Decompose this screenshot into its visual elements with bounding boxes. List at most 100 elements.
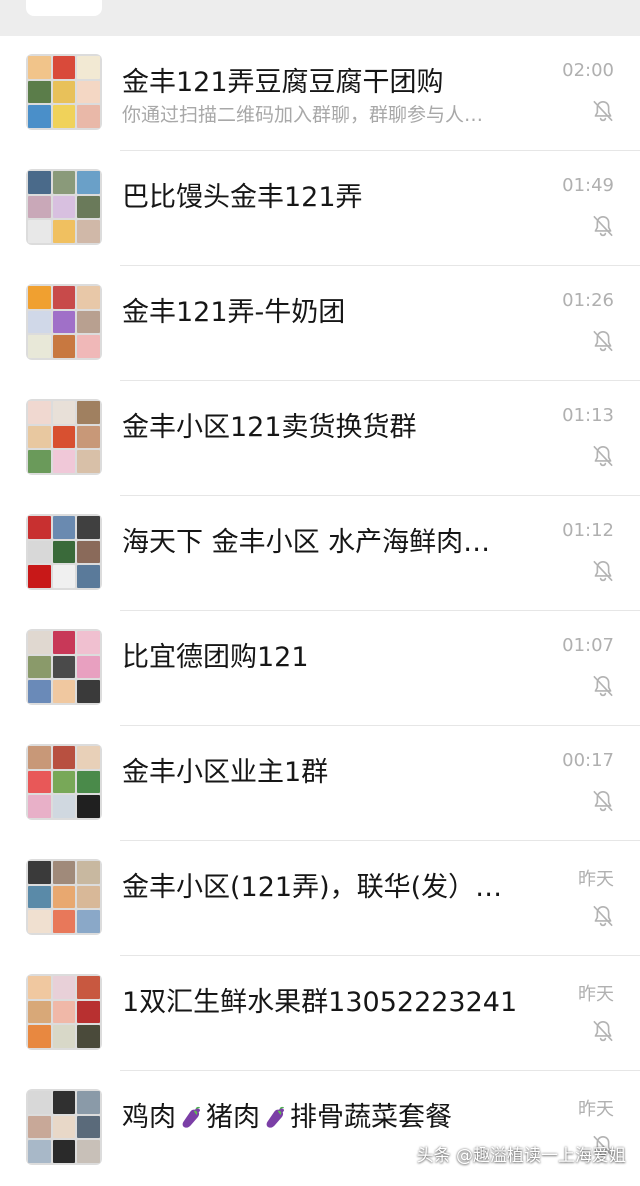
avatar-tile	[52, 401, 76, 424]
avatar-tile	[52, 1025, 76, 1048]
avatar-tile	[52, 450, 76, 473]
avatar-tile	[77, 335, 100, 358]
chat-title: 金丰小区(121弄)，联华(发）…	[122, 872, 503, 903]
group-grid-avatar[interactable]	[26, 399, 102, 475]
bell-slash-icon	[593, 790, 613, 812]
chat-time: 01:07	[562, 635, 614, 656]
group-grid-avatar[interactable]	[26, 514, 102, 590]
title-part-chicken: 鸡肉	[122, 1102, 176, 1133]
avatar-tile	[77, 631, 100, 654]
chat-title: 海天下 金丰小区 水产海鲜肉…	[122, 527, 491, 558]
chat-title: 巴比馒头金丰121弄	[122, 182, 363, 213]
avatar-tile	[28, 540, 51, 564]
chat-time: 昨天	[578, 984, 614, 1005]
bell-slash-icon	[593, 100, 613, 122]
chat-title: 比宜德团购121	[122, 642, 309, 673]
avatar-tile	[52, 105, 76, 128]
avatar-tile	[28, 976, 51, 999]
chat-row[interactable]: 1双汇生鲜水果群13052223241 昨天	[0, 956, 640, 1071]
avatar-tile	[52, 746, 76, 769]
avatar-tile	[77, 450, 100, 473]
avatar-tile	[28, 195, 51, 219]
group-grid-avatar[interactable]	[26, 744, 102, 820]
avatar-tile	[52, 655, 76, 679]
chat-row[interactable]: 比宜德团购121 01:07	[0, 611, 640, 726]
avatar-tile	[52, 631, 76, 654]
avatar-tile	[28, 335, 51, 358]
title-part-pork: 猪肉	[206, 1102, 260, 1133]
avatar-tile	[28, 105, 51, 128]
avatar-tile	[77, 195, 100, 219]
group-grid-avatar[interactable]	[26, 859, 102, 935]
group-grid-avatar[interactable]	[26, 974, 102, 1050]
avatar-tile	[28, 286, 51, 309]
avatar-tile	[28, 680, 51, 703]
avatar-tile	[77, 56, 100, 79]
bell-slash-icon	[593, 675, 613, 697]
chat-title: 金丰小区121卖货换货群	[122, 412, 417, 443]
group-grid-avatar[interactable]	[26, 1089, 102, 1165]
chat-list: 金丰121弄豆腐豆腐干团购 你通过扫描二维码加入群聊，群聊参与人… 02:00 …	[0, 36, 640, 1186]
avatar-tile	[52, 56, 76, 79]
avatar-tile	[77, 171, 100, 194]
avatar-tile	[52, 1091, 76, 1114]
avatar-tile	[77, 220, 100, 243]
avatar-tile	[52, 220, 76, 243]
chat-time: 01:49	[562, 175, 614, 196]
avatar-tile	[77, 655, 100, 679]
chat-row[interactable]: 金丰小区121卖货换货群 01:13	[0, 381, 640, 496]
avatar-tile	[28, 885, 51, 909]
avatar-tile	[77, 885, 100, 909]
avatar-tile	[77, 1115, 100, 1139]
avatar-tile	[52, 516, 76, 539]
avatar-tile	[52, 861, 76, 884]
chat-row[interactable]: 巴比馒头金丰121弄 01:49	[0, 151, 640, 266]
chat-time: 01:12	[562, 520, 614, 541]
avatar-tile	[28, 80, 51, 104]
avatar-tile	[28, 425, 51, 449]
group-grid-avatar[interactable]	[26, 629, 102, 705]
search-box[interactable]	[26, 0, 102, 16]
group-grid-avatar[interactable]	[26, 284, 102, 360]
bell-slash-icon	[593, 560, 613, 582]
chat-row[interactable]: 鸡肉 猪肉 排骨蔬菜套餐 昨天	[0, 1071, 640, 1186]
chat-title: 金丰121弄-牛奶团	[122, 297, 346, 328]
chat-time: 昨天	[578, 1099, 614, 1120]
avatar-tile	[77, 286, 100, 309]
avatar-tile	[77, 565, 100, 588]
chat-row[interactable]: 海天下 金丰小区 水产海鲜肉… 01:12	[0, 496, 640, 611]
chat-title: 金丰小区业主1群	[122, 757, 329, 788]
chat-time: 00:17	[562, 750, 614, 771]
avatar-tile	[77, 540, 100, 564]
avatar-tile	[28, 171, 51, 194]
group-grid-avatar[interactable]	[26, 169, 102, 245]
avatar-tile	[28, 1091, 51, 1114]
avatar-tile	[52, 425, 76, 449]
avatar-tile	[77, 1091, 100, 1114]
chat-time: 01:13	[562, 405, 614, 426]
bell-slash-icon	[593, 330, 613, 352]
eggplant-icon	[182, 1106, 200, 1128]
chat-row[interactable]: 金丰121弄-牛奶团 01:26	[0, 266, 640, 381]
avatar-tile	[52, 310, 76, 334]
avatar-tile	[77, 1025, 100, 1048]
avatar-tile	[52, 171, 76, 194]
avatar-tile	[77, 105, 100, 128]
avatar-tile	[28, 401, 51, 424]
avatar-tile	[28, 910, 51, 933]
avatar-tile	[28, 631, 51, 654]
bell-slash-icon	[593, 215, 613, 237]
avatar-tile	[77, 795, 100, 818]
chat-title: 1双汇生鲜水果群13052223241	[122, 987, 518, 1018]
chat-row[interactable]: 金丰121弄豆腐豆腐干团购 你通过扫描二维码加入群聊，群聊参与人… 02:00	[0, 36, 640, 151]
avatar-tile	[28, 1115, 51, 1139]
avatar-tile	[52, 1140, 76, 1163]
avatar-tile	[28, 655, 51, 679]
chat-row[interactable]: 金丰小区(121弄)，联华(发）… 昨天	[0, 841, 640, 956]
avatar-tile	[52, 195, 76, 219]
avatar-tile	[52, 335, 76, 358]
chat-row[interactable]: 金丰小区业主1群 00:17	[0, 726, 640, 841]
chat-title: 鸡肉 猪肉 排骨蔬菜套餐	[122, 1095, 452, 1134]
group-grid-avatar[interactable]	[26, 54, 102, 130]
avatar-tile	[52, 910, 76, 933]
